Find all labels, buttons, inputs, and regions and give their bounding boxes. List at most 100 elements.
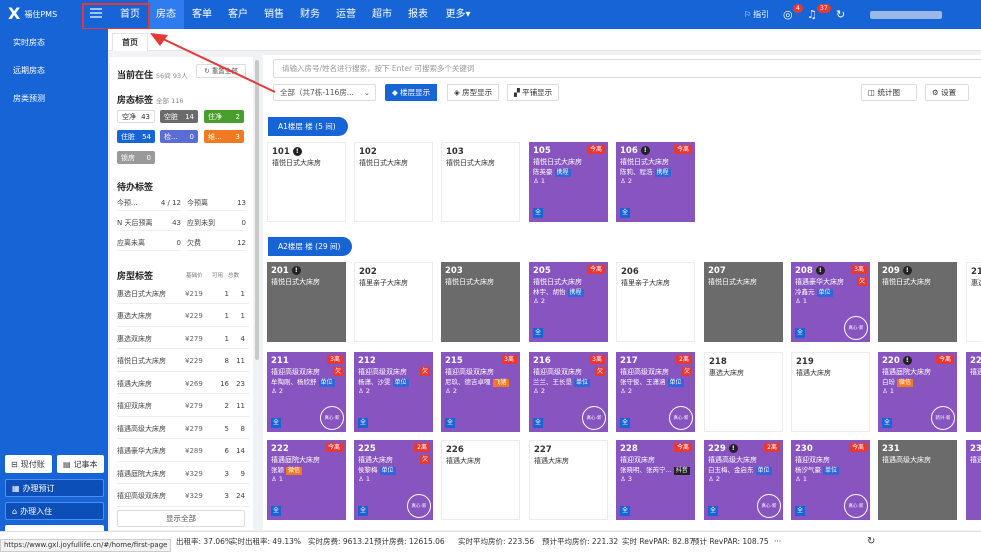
room-card[interactable]: 206 禧里亲子大床房 — [616, 262, 695, 342]
view-flat-button[interactable]: ▞ 平铺显示 — [507, 84, 560, 101]
room-card[interactable]: 22 禧遇 — [966, 352, 981, 432]
room-card[interactable]: 215 禧迎高级双床房 3离 尼玖、德吉卓嘎 飞猪 ♙ 2全 — [441, 352, 520, 432]
guide-link[interactable]: ⚐ 指引 — [744, 0, 769, 29]
nav-item-5[interactable]: 财务 — [292, 0, 328, 29]
room-card[interactable]: 105 禧悦日式大床房 今离 陈英豪 携程 ♙ 1全 — [529, 142, 608, 222]
status-tag-0[interactable]: 空净 43 — [117, 110, 155, 123]
roomtype-row[interactable]: 禧遇高级大床房 ¥279 5 8 — [117, 419, 249, 439]
guest-names: 兰兰、王长垦 单位 — [533, 377, 604, 387]
status-tag-4[interactable]: 检... 0 — [160, 130, 198, 143]
refresh-button[interactable]: ↻ — [836, 0, 845, 29]
room-card[interactable]: 203 禧悦日式大床房 — [441, 262, 520, 342]
room-card[interactable]: 227 禧遇大床房 — [529, 440, 608, 520]
room-card[interactable]: 102 禧悦日式大床房 — [354, 142, 433, 222]
pending-item-3[interactable]: 应到未到 0 — [187, 216, 246, 231]
guest-names: 张颖 微信 — [271, 465, 342, 475]
refresh-icon[interactable]: ↻ — [867, 532, 875, 552]
pending-item-2[interactable]: N 天后预离 43 — [117, 216, 181, 231]
roomtype-row[interactable]: 禧迎高级双床房 ¥329 3 24 — [117, 487, 249, 507]
room-card[interactable]: 103 禧悦日式大床房 — [441, 142, 520, 222]
alert-icon: ! — [292, 147, 302, 156]
reset-button[interactable]: ↻ 重置全部 — [196, 64, 246, 78]
room-card[interactable]: 211 禧迎高级双床房 3离欠牟陶刚、杨欣舒 单位 ♙ 2 全真心·新 — [267, 352, 346, 432]
nav-item-2[interactable]: 客单 — [184, 0, 220, 29]
tab-home[interactable]: 首页 — [112, 33, 148, 51]
room-card[interactable]: 209! 禧悦日式大床房 — [878, 262, 957, 342]
room-card[interactable]: 201! 禧悦日式大床房 — [267, 262, 346, 342]
roomtype-row[interactable]: 禧悦日式大床房 ¥229 8 11 — [117, 352, 249, 372]
room-card[interactable]: 228 禧迎双床房 今离 张晓明、张芮宁... 抖音 ♙ 3全 — [616, 440, 695, 520]
roomtype-row[interactable]: 惠选日式大床房 ¥219 1 1 — [117, 284, 249, 304]
search-input[interactable]: 请输入房号/姓名进行搜索，按下 Enter 可搜索多个关键词 — [273, 59, 981, 78]
room-card[interactable]: 225 禧遇大床房 2离欠侯黎梅 单位 ♙ 1 全真心·新 — [354, 440, 433, 520]
room-card[interactable]: 222 禧遇庭院大床房 今离 张颖 微信 ♙ 1全 — [267, 440, 346, 520]
app-logo[interactable]: X 福住PMS — [8, 6, 57, 22]
room-card[interactable]: 207 禧悦日式大床房 — [704, 262, 783, 342]
roomtype-row[interactable]: 禧遇庭院大床房 ¥329 3 9 — [117, 464, 249, 484]
room-card[interactable]: 205 禧悦日式大床房 今离 林宇、胡怡 携程 ♙ 2全 — [529, 262, 608, 342]
room-card[interactable]: 23 禧遇 — [966, 440, 981, 520]
sidebar-item-2[interactable]: 房类预测 — [0, 85, 108, 113]
view-type-button[interactable]: ◈ 房型显示 — [447, 84, 500, 101]
message-button[interactable]: ♫ — [807, 0, 817, 29]
room-number-text: 202 — [359, 267, 377, 277]
notify-button[interactable]: ◎ — [783, 0, 793, 29]
room-card[interactable]: 217 禧迎高级双床房 2离欠张守俊、王潇涵 单位 ♙ 2 全真心·新 — [616, 352, 695, 432]
user-menu[interactable] — [870, 0, 942, 29]
room-card[interactable]: 101! 禧悦日式大床房 — [267, 142, 346, 222]
checkin-button[interactable]: ⌂ 办理入住 — [5, 502, 104, 520]
room-card[interactable]: 229! 禧遇高级大床房 2离 白玉梅、金启东 单位 ♙ 2 全真心·新 — [704, 440, 783, 520]
filter-scrollbar[interactable] — [255, 60, 259, 360]
sidebar-item-1[interactable]: 远期房态 — [0, 57, 108, 85]
room-card[interactable]: 226 禧遇大床房 — [441, 440, 520, 520]
room-card[interactable]: 202 禧里亲子大床房 — [354, 262, 433, 342]
room-card[interactable]: 218 惠选大床房 — [704, 352, 783, 432]
room-card[interactable]: 21 惠选 — [966, 262, 981, 342]
shift-button[interactable]: ⊟ 现付账 — [5, 455, 52, 473]
message-badge: 37 — [817, 4, 831, 13]
notebook-button[interactable]: ▤ 记事本 — [57, 455, 104, 473]
nav-item-9[interactable]: 更多▾ — [436, 0, 480, 29]
nav-item-4[interactable]: 销售 — [256, 0, 292, 29]
room-number-text: 22 — [970, 356, 981, 366]
status-tag-5[interactable]: 维... 3 — [204, 130, 244, 143]
nav-item-7[interactable]: 超市 — [364, 0, 400, 29]
room-card[interactable]: 231 禧遇高级大床房 — [878, 440, 957, 520]
roomtype-row[interactable]: 禧遇大床房 ¥269 16 23 — [117, 374, 249, 394]
pending-item-0[interactable]: 今预... 4 / 12 — [117, 196, 181, 211]
pending-item-1[interactable]: 今预离 13 — [187, 196, 246, 211]
roomtype-name: 惠选双床房 — [117, 334, 152, 343]
pending-item-5[interactable]: 欠费 12 — [187, 236, 246, 251]
nav-item-1[interactable]: 房态 — [148, 0, 184, 29]
roomtype-row[interactable]: 禧遇豪华大床房 ¥289 6 14 — [117, 442, 249, 462]
nav-item-3[interactable]: 客户 — [220, 0, 256, 29]
status-tag-3[interactable]: 住脏 54 — [117, 130, 155, 143]
room-type: 禧里亲子大床房 — [359, 279, 408, 287]
sidebar-item-0[interactable]: 实时房态 — [0, 29, 108, 57]
status-tag-2[interactable]: 住净 2 — [204, 110, 244, 123]
nav-item-6[interactable]: 运营 — [328, 0, 364, 29]
stats-button[interactable]: ◫ 统计图 — [861, 84, 917, 101]
nav-item-8[interactable]: 报表 — [400, 0, 436, 29]
building-select[interactable]: 全部（共7栋-116房... ⌄ — [273, 84, 376, 101]
room-card[interactable]: 212 禧迎高级双床房欠杨潇、沙雯 单位 ♙ 2全 — [354, 352, 433, 432]
room-card[interactable]: 208! 禧遇豪华大床房 3离欠冷鑫元 单位 ♙ 1 全真心·新 — [791, 262, 870, 342]
guest-names: 冷鑫元 单位 — [795, 287, 866, 297]
status-tag-1[interactable]: 空脏 14 — [160, 110, 198, 123]
room-card[interactable]: 230 禧迎双床房 今离 杨汐气豪 单位 ♙ 1 全真心·新 — [791, 440, 870, 520]
room-card[interactable]: 216 禧迎高级双床房 3离欠兰兰、王长垦 单位 ♙ 2 全真心·新 — [529, 352, 608, 432]
status-tag-6[interactable]: 锁房 0 — [117, 151, 155, 164]
room-card[interactable]: 220! 禧遇庭院大床房 今离 白玢 微信 ♙ 1 全新兴·新 — [878, 352, 957, 432]
pending-item-4[interactable]: 应离未离 0 — [117, 236, 181, 251]
settings-button[interactable]: ⚙ 设置 — [925, 84, 969, 101]
room-card[interactable]: 219 禧遇大床房 — [791, 352, 870, 432]
show-all-button[interactable]: 显示全部 — [117, 510, 245, 527]
bell-icon: ◎ — [783, 8, 793, 21]
roomtype-row[interactable]: 禧迎双床房 ¥279 2 11 — [117, 397, 249, 417]
room-type: 惠选大床房 — [709, 369, 744, 377]
roomtype-row[interactable]: 惠选双床房 ¥279 1 4 — [117, 329, 249, 349]
book-button[interactable]: ▦ 办理预订 — [5, 479, 104, 497]
view-floor-button[interactable]: ◆ 楼层显示 — [385, 84, 438, 101]
roomtype-row[interactable]: 惠选大床房 ¥229 1 1 — [117, 307, 249, 327]
room-card[interactable]: 106! 禧悦日式大床房 今离 陈莉、程浩 携程 ♙ 2全 — [616, 142, 695, 222]
